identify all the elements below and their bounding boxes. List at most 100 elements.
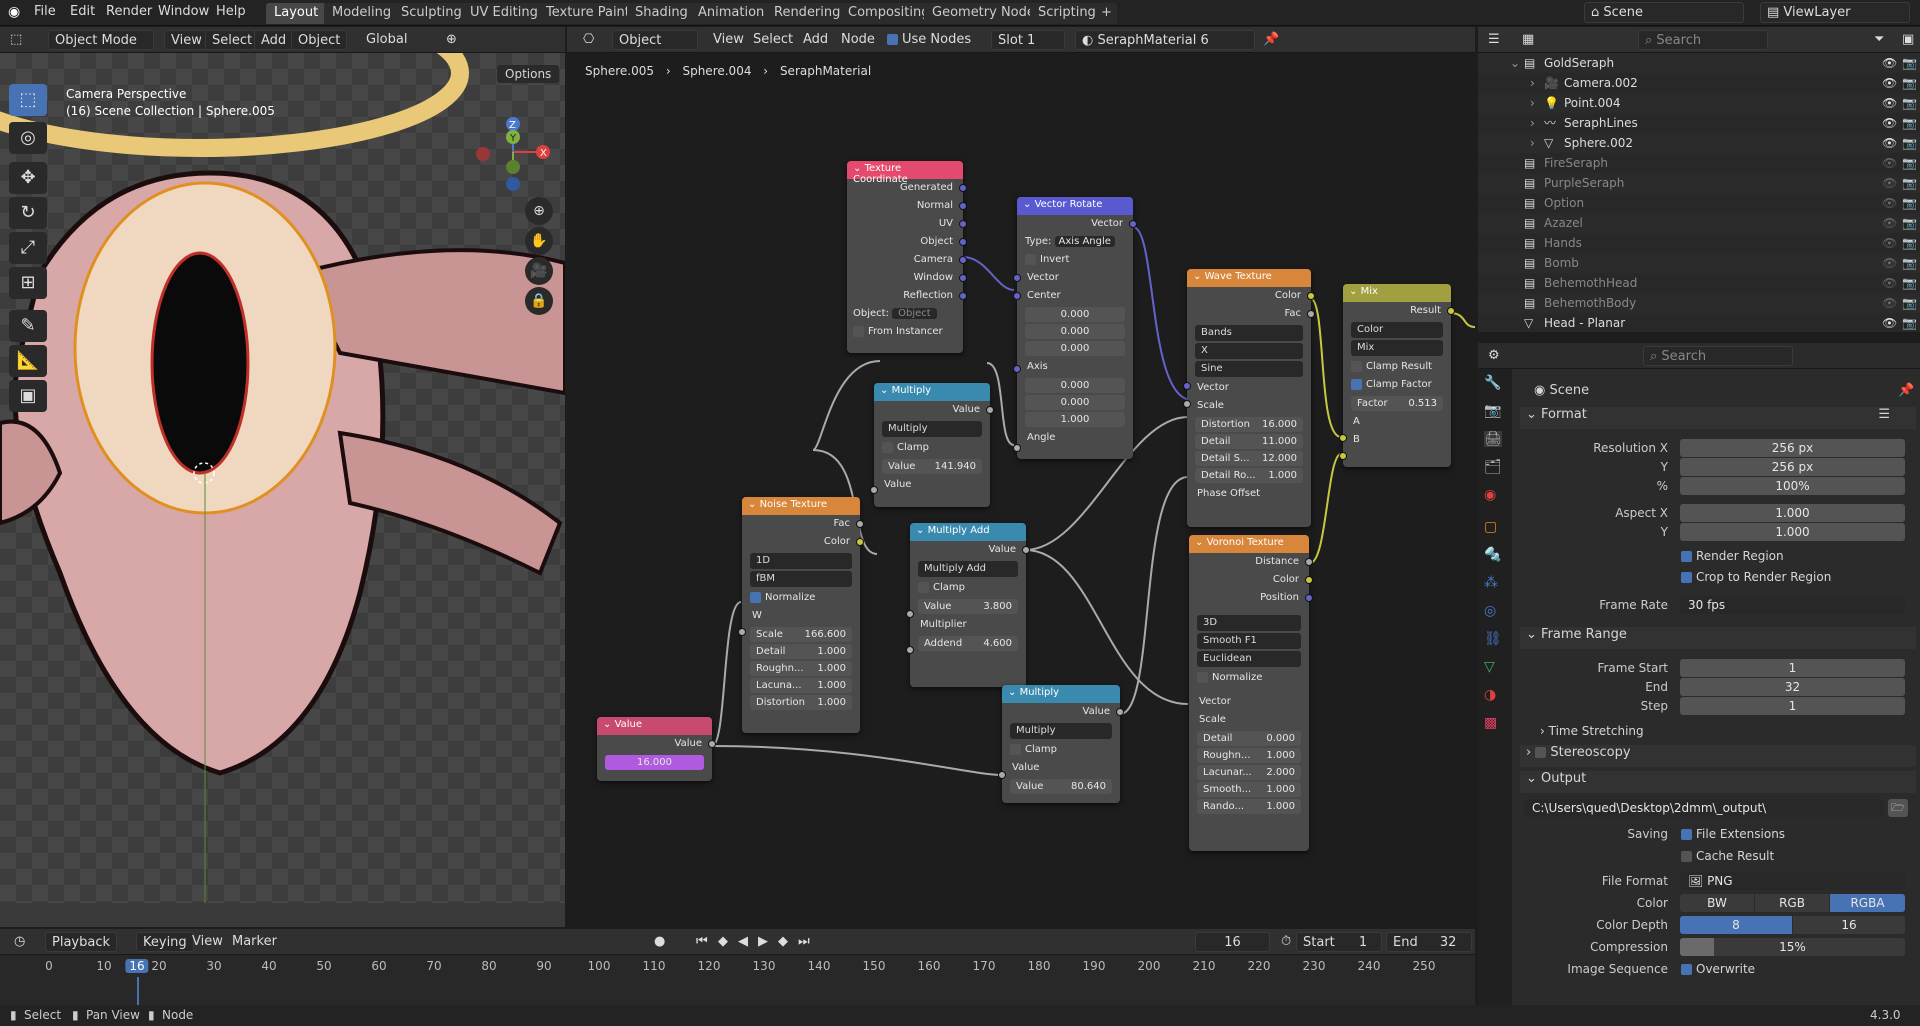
mix-blend-select[interactable]: Mix: [1351, 340, 1443, 356]
lacunarity-field[interactable]: Lacuna... 1.000: [750, 678, 852, 693]
visibility-eye-icon[interactable]: 👁: [1882, 273, 1897, 293]
render-camera-icon[interactable]: 📷: [1902, 193, 1917, 213]
lacunarity-field[interactable]: Lacunar... 2.000: [1197, 765, 1301, 780]
socket[interactable]: [998, 771, 1006, 779]
socket[interactable]: [870, 486, 878, 494]
next-keyframe-icon[interactable]: ◆: [772, 932, 794, 952]
node-header[interactable]: ⌄ Vector Rotate: [1017, 197, 1133, 215]
outliner-item-name[interactable]: Head - Planar: [1544, 313, 1625, 332]
node-multiply-2[interactable]: ⌄ Multiply Value Multiply Clamp Value Va…: [998, 685, 1124, 803]
tab-rendering[interactable]: Rendering: [766, 3, 849, 24]
aspect-x-field[interactable]: 1.000: [1680, 504, 1905, 522]
navigation-gizmo[interactable]: Z Y X: [470, 107, 550, 197]
list-icon[interactable]: ☰: [1878, 407, 1890, 422]
annotate-tool-icon[interactable]: ✎: [9, 310, 47, 342]
tab-scripting[interactable]: Scripting: [1030, 3, 1104, 24]
object-field[interactable]: Object: [892, 308, 937, 319]
mix-data-type-select[interactable]: Color: [1351, 322, 1443, 338]
chevron-icon[interactable]: ›: [1530, 133, 1535, 153]
tab-sculpting[interactable]: Sculpting: [393, 3, 470, 24]
camera-view-icon[interactable]: 🎥: [525, 257, 553, 285]
pan-hand-icon[interactable]: ✋: [525, 227, 553, 255]
viewport-menu-add[interactable]: Add: [254, 30, 294, 50]
socket[interactable]: [1305, 576, 1313, 584]
frame-range-panel-header[interactable]: ⌄ Frame Range: [1520, 627, 1916, 649]
timeline-editor-icon[interactable]: ◷: [8, 932, 31, 952]
filter-icon[interactable]: ⏷: [1868, 30, 1890, 50]
socket[interactable]: [738, 628, 746, 636]
visibility-eye-icon[interactable]: 👁: [1882, 233, 1897, 253]
node-header[interactable]: ⌄ Value: [597, 717, 712, 735]
overwrite-toggle[interactable]: Overwrite: [1681, 962, 1755, 976]
node-vector-rotate[interactable]: ⌄ Vector Rotate Vector Type: Axis Angle …: [1013, 197, 1137, 459]
socket[interactable]: [959, 184, 967, 192]
node-header[interactable]: ⌄ Voronoi Texture: [1189, 535, 1309, 553]
render-camera-icon[interactable]: 📷: [1902, 73, 1917, 93]
socket[interactable]: [1013, 444, 1021, 452]
cache-result-toggle[interactable]: Cache Result: [1681, 849, 1774, 863]
center-y-field[interactable]: 0.000: [1025, 324, 1125, 339]
stereoscopy-panel-header[interactable]: › Stereoscopy: [1520, 745, 1916, 767]
node-header[interactable]: ⌄ Noise Texture: [742, 497, 860, 515]
render-camera-icon[interactable]: 📷: [1902, 293, 1917, 313]
outliner-row[interactable]: ▤ BehemothBody 👁 📷: [1478, 293, 1920, 313]
modifier-tab-icon[interactable]: 🔩: [1484, 547, 1501, 563]
jump-start-icon[interactable]: ⏮: [690, 932, 714, 952]
clamp-checkbox[interactable]: [882, 441, 893, 453]
socket[interactable]: [856, 520, 864, 528]
node-value[interactable]: ⌄ Value Value 16.000: [597, 717, 716, 781]
socket[interactable]: [906, 646, 914, 654]
type-select[interactable]: Axis Angle: [1054, 236, 1115, 247]
socket[interactable]: [986, 406, 994, 414]
socket[interactable]: [1129, 220, 1137, 228]
node-texture-coordinate[interactable]: ⌄ Texture Coordinate Generated Normal UV…: [847, 161, 967, 353]
tab-modeling[interactable]: Modeling: [324, 3, 400, 24]
outliner-row[interactable]: ▤ Azazel 👁 📷: [1478, 213, 1920, 233]
display-mode-icon[interactable]: ▦: [1516, 30, 1540, 50]
render-tab-icon[interactable]: 📷: [1484, 403, 1501, 419]
socket[interactable]: [1013, 274, 1021, 282]
node-header[interactable]: ⌄ Multiply: [874, 383, 990, 401]
detail-scale-field[interactable]: Detail S... 12.000: [1195, 451, 1303, 466]
color-depth-8-option[interactable]: 8: [1680, 916, 1792, 934]
tab-layout[interactable]: Layout: [266, 3, 327, 24]
outliner-row[interactable]: › 〰 SeraphLines 👁 📷: [1478, 113, 1920, 133]
frame-start-field[interactable]: 1: [1680, 659, 1905, 677]
gizmo-neg-y-icon[interactable]: [506, 160, 520, 174]
pin-icon[interactable]: 📌: [1898, 383, 1914, 398]
socket[interactable]: [1305, 558, 1313, 566]
timeline-menu-marker[interactable]: Marker: [226, 932, 283, 952]
outliner-item-name[interactable]: Hands: [1544, 233, 1582, 253]
clock-icon[interactable]: ⏱: [1275, 932, 1297, 952]
outliner-item-name[interactable]: Option: [1544, 193, 1584, 213]
physics-tab-icon[interactable]: ◎: [1484, 603, 1496, 619]
viewlayer-selector[interactable]: ▤ ViewLayer: [1760, 2, 1910, 23]
editor-type-icon[interactable]: ⬚: [4, 30, 28, 50]
outliner-row[interactable]: › 🎥 Camera.002 👁 📷: [1478, 73, 1920, 93]
detail-field[interactable]: Detail 11.000: [1195, 434, 1303, 449]
render-camera-icon[interactable]: 📷: [1902, 233, 1917, 253]
view-layer-tab-icon[interactable]: 🗂: [1484, 459, 1502, 475]
visibility-eye-icon[interactable]: 👁: [1882, 313, 1897, 332]
node-noise-texture[interactable]: ⌄ Noise Texture Fac Color 1D fBM Normali…: [738, 497, 864, 733]
overwrite-checkbox[interactable]: [1681, 964, 1692, 975]
outliner-row[interactable]: ▤ Option 👁 📷: [1478, 193, 1920, 213]
node-header[interactable]: ⌄ Texture Coordinate: [847, 161, 963, 185]
clamp-toggle[interactable]: Clamp: [1002, 741, 1120, 759]
socket[interactable]: [1116, 708, 1124, 716]
outliner[interactable]: ☰ ▦ ⌕ Search ⏷ ▣ ⌄ ▤ GoldSeraph 👁 📷 › 🎥 Camera.…: [1478, 27, 1920, 332]
randomness-field[interactable]: Rando... 1.000: [1197, 799, 1301, 814]
end-frame-field[interactable]: End 32: [1386, 932, 1472, 952]
output-path-field[interactable]: C:\Users\qued\Desktop\2dmm\_output\: [1524, 799, 1884, 817]
menu-file[interactable]: File: [34, 4, 56, 19]
stereoscopy-checkbox[interactable]: [1535, 747, 1547, 758]
node-multiply-add[interactable]: ⌄ Multiply Add Value Multiply Add Clamp …: [906, 523, 1030, 687]
center-z-field[interactable]: 0.000: [1025, 341, 1125, 356]
axis-z-field[interactable]: 1.000: [1025, 412, 1125, 427]
tab-compositing[interactable]: Compositing: [840, 3, 938, 24]
visibility-eye-icon[interactable]: 👁: [1882, 53, 1897, 73]
detail-field[interactable]: Detail 0.000: [1197, 731, 1301, 746]
value-field[interactable]: Value 80.640: [1010, 779, 1112, 794]
tab-texture-paint[interactable]: Texture Paint: [538, 3, 638, 24]
tool-tab-icon[interactable]: 🔧: [1484, 375, 1501, 391]
